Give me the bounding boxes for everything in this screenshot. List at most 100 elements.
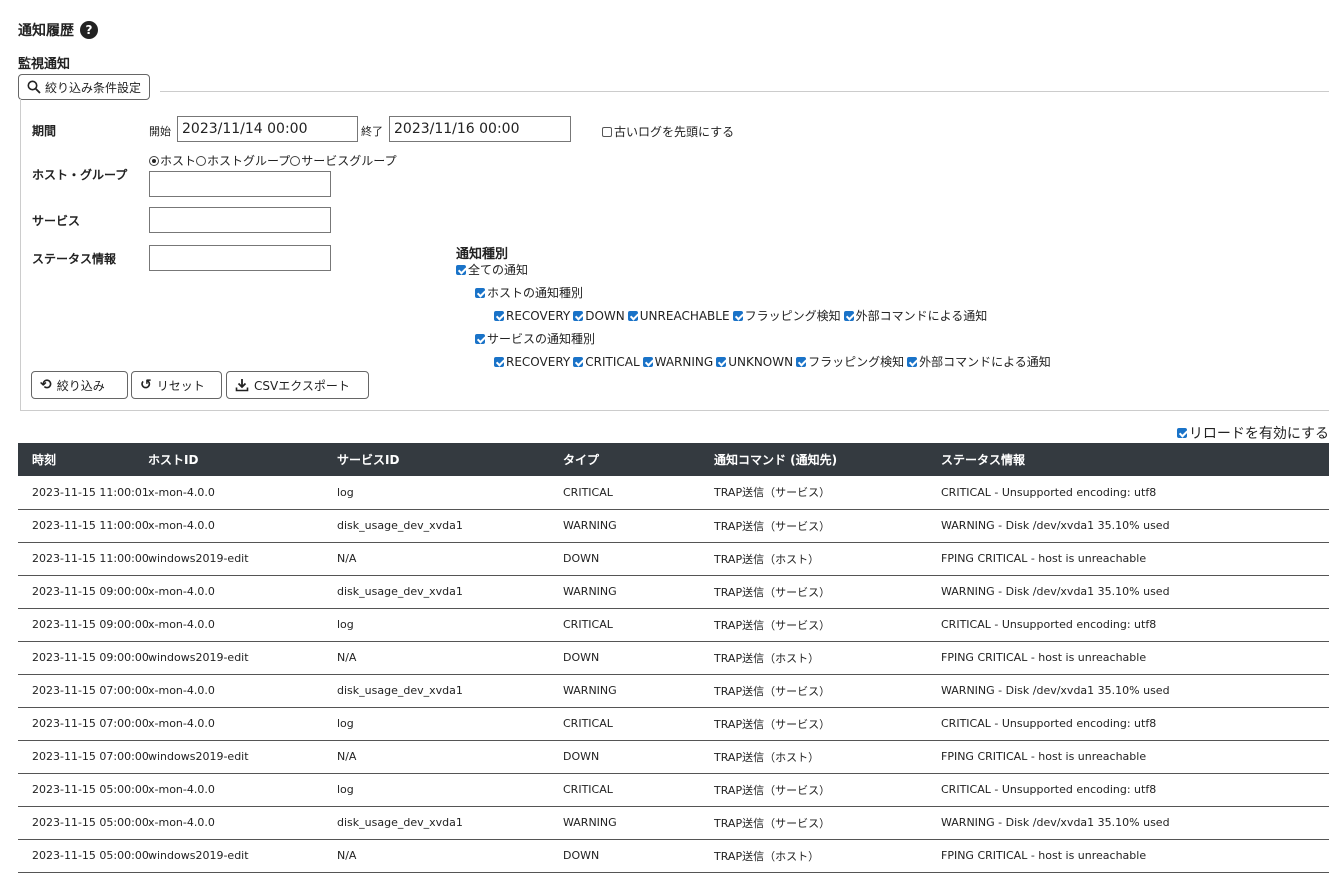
- service-type-warning[interactable]: WARNING: [642, 355, 713, 369]
- all-notifications-option[interactable]: 全ての通知: [456, 261, 528, 278]
- header-status[interactable]: ステータス情報: [927, 443, 1329, 476]
- header-service-id[interactable]: サービスID: [323, 443, 549, 476]
- host-type-recovery[interactable]: RECOVERY: [494, 309, 570, 323]
- cell-type: CRITICAL: [549, 707, 700, 741]
- cell-type: WARNING: [549, 509, 700, 543]
- old-first-option[interactable]: 古いログを先頭にする: [602, 123, 734, 140]
- host-unreachable-checkbox[interactable]: [627, 310, 638, 321]
- host-type-items: RECOVERY DOWN UNREACHABLE フラッピング検知 外部コマン…: [494, 307, 990, 324]
- cell-command: TRAP送信（サービス）: [700, 707, 927, 741]
- service-recovery-label: RECOVERY: [506, 354, 571, 369]
- service-type-recovery[interactable]: RECOVERY: [494, 355, 570, 369]
- service-input[interactable]: [149, 207, 331, 233]
- table-row: 2023-11-15 07:00:00 x-mon-4.0.0 disk_usage…: [18, 674, 1329, 708]
- service-type-external[interactable]: 外部コマンドによる通知: [907, 353, 1051, 370]
- cell-type: WARNING: [549, 575, 700, 609]
- service-flapping-checkbox[interactable]: [796, 356, 807, 367]
- radio-servicegroup[interactable]: [290, 155, 301, 166]
- host-types-label: ホストの通知種別: [487, 286, 584, 300]
- host-type-unreachable[interactable]: UNREACHABLE: [627, 309, 730, 323]
- service-types-option[interactable]: サービスの通知種別: [475, 330, 595, 347]
- header-time[interactable]: 時刻: [18, 443, 148, 476]
- cell-command: TRAP送信（サービス）: [700, 509, 927, 543]
- service-warning-checkbox[interactable]: [642, 356, 653, 367]
- host-type-down[interactable]: DOWN: [573, 309, 625, 323]
- cell-command: TRAP送信（ホスト）: [700, 641, 927, 675]
- cell-service-id: log: [323, 476, 549, 510]
- notification-type-title: 通知種別: [456, 247, 509, 262]
- cell-host-id: windows2019-edit: [148, 641, 323, 675]
- service-critical-label: CRITICAL: [585, 354, 640, 369]
- table-row: 2023-11-15 11:00:01 x-mon-4.0.0 log CRITICA…: [18, 476, 1329, 510]
- service-types-checkbox[interactable]: [475, 333, 485, 344]
- service-critical-checkbox[interactable]: [573, 356, 584, 367]
- radio-hostgroup[interactable]: [196, 155, 207, 166]
- start-date-input[interactable]: [177, 116, 358, 142]
- service-type-critical[interactable]: CRITICAL: [573, 354, 640, 369]
- table-row: 2023-11-15 07:00:00 x-mon-4.0.0 log CRITICA…: [18, 707, 1329, 741]
- host-group-input[interactable]: [149, 171, 331, 197]
- cell-host-id: x-mon-4.0.0: [148, 608, 323, 642]
- filter-toggle-button[interactable]: 絞り込み条件設定: [18, 74, 151, 100]
- service-label: サービス: [32, 214, 81, 228]
- cell-host-id: windows2019-edit: [148, 839, 323, 873]
- host-recovery-checkbox[interactable]: [494, 310, 504, 321]
- radio-option-host[interactable]: ホスト: [149, 152, 196, 169]
- filter-button[interactable]: ⟲ 絞り込み: [31, 371, 128, 399]
- status-input[interactable]: [149, 245, 331, 271]
- reload-label: リロードを有効にする: [1188, 426, 1329, 442]
- service-type-flapping[interactable]: フラッピング検知: [796, 353, 904, 370]
- service-types-label: サービスの通知種別: [487, 332, 596, 346]
- download-icon: [235, 379, 249, 392]
- host-type-flapping[interactable]: フラッピング検知: [732, 307, 841, 324]
- reset-button[interactable]: ↺ リセット: [131, 371, 222, 399]
- cell-command: TRAP送信（ホスト）: [700, 839, 927, 873]
- service-unknown-checkbox[interactable]: [716, 356, 727, 367]
- cell-command: TRAP送信（サービス）: [700, 773, 927, 807]
- old-first-label: 古いログを先頭にする: [614, 125, 735, 139]
- sync-icon: ⟲: [40, 377, 52, 393]
- cell-status: WARNING - Disk /dev/xvda1 35.10% used: [927, 575, 1329, 609]
- period-label: 期間: [32, 124, 57, 138]
- reload-checkbox[interactable]: [1176, 428, 1187, 438]
- cell-time: 2023-11-15 05:00:00: [18, 773, 148, 807]
- service-recovery-checkbox[interactable]: [494, 356, 504, 367]
- host-type-external[interactable]: 外部コマンドによる通知: [843, 307, 987, 324]
- header-command[interactable]: 通知コマンド (通知先): [700, 443, 927, 476]
- table-row: 2023-11-15 09:00:00 windows2019-edit N/A DO…: [18, 641, 1329, 675]
- header-host-id[interactable]: ホストID: [148, 443, 323, 476]
- help-icon[interactable]: ?: [80, 21, 98, 39]
- cell-host-id: windows2019-edit: [148, 740, 323, 774]
- page-title: 通知履歴 ?: [18, 20, 98, 40]
- cell-host-id: x-mon-4.0.0: [148, 509, 323, 543]
- table-row: 2023-11-15 05:00:00 x-mon-4.0.0 log CRITICA…: [18, 773, 1329, 807]
- cell-type: DOWN: [549, 641, 700, 675]
- radio-host[interactable]: [149, 155, 159, 166]
- service-external-checkbox[interactable]: [907, 356, 918, 367]
- radio-host-label: ホスト: [160, 154, 197, 168]
- csv-export-button[interactable]: CSVエクスポート: [226, 371, 369, 399]
- radio-option-servicegroup[interactable]: サービスグループ: [290, 152, 397, 169]
- cell-host-id: x-mon-4.0.0: [148, 575, 323, 609]
- cell-service-id: N/A: [323, 542, 549, 576]
- cell-time: 2023-11-15 11:00:00: [18, 542, 148, 576]
- cell-host-id: x-mon-4.0.0: [148, 806, 323, 840]
- host-down-label: DOWN: [585, 308, 625, 323]
- end-date-input[interactable]: [389, 116, 571, 142]
- header-type[interactable]: タイプ: [549, 443, 700, 476]
- service-type-unknown[interactable]: UNKNOWN: [716, 355, 793, 369]
- filter-toggle-label: 絞り込み条件設定: [45, 80, 142, 95]
- host-types-checkbox[interactable]: [475, 287, 485, 298]
- all-notifications-checkbox[interactable]: [456, 264, 466, 275]
- old-first-checkbox[interactable]: [602, 126, 612, 137]
- radio-option-hostgroup[interactable]: ホストグループ: [196, 152, 290, 169]
- reload-option[interactable]: リロードを有効にする: [1176, 423, 1329, 443]
- host-types-option[interactable]: ホストの通知種別: [475, 284, 583, 301]
- host-flapping-checkbox[interactable]: [732, 310, 743, 321]
- host-external-checkbox[interactable]: [843, 310, 854, 321]
- cell-type: CRITICAL: [549, 608, 700, 642]
- host-down-checkbox[interactable]: [573, 310, 584, 321]
- cell-type: WARNING: [549, 806, 700, 840]
- cell-time: 2023-11-15 11:00:01: [18, 476, 148, 510]
- cell-host-id: x-mon-4.0.0: [148, 674, 323, 708]
